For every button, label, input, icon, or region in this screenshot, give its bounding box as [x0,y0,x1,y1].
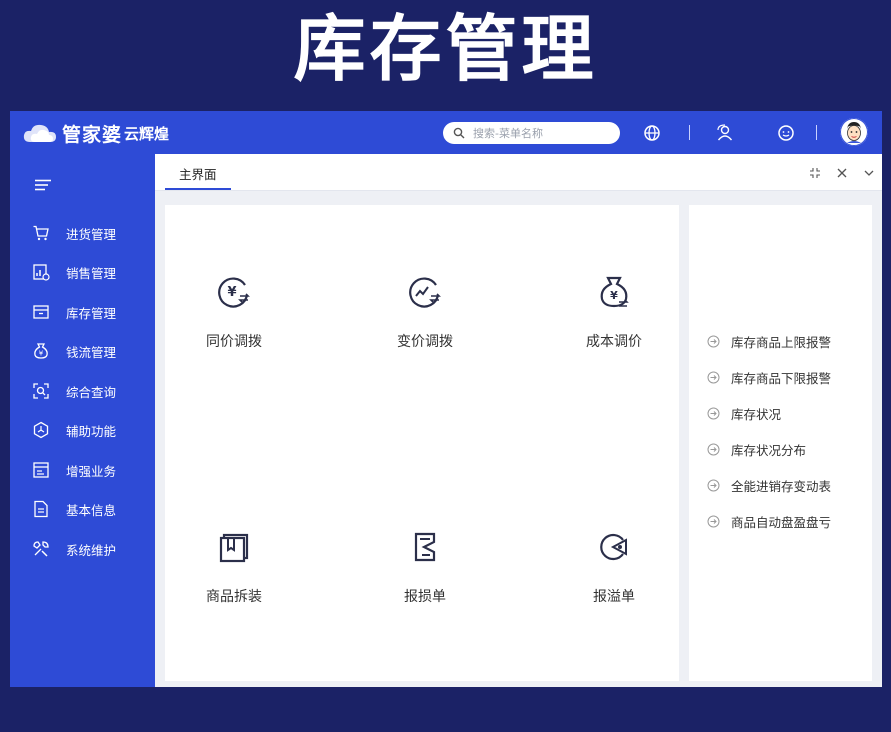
sidebar-item-label: 增强业务 [66,463,117,479]
fullscreen-icon[interactable] [809,167,821,179]
toolbar-divider [689,125,690,140]
quick-link-label: 库存状况分布 [731,442,807,458]
svg-text:¥: ¥ [39,350,44,358]
function-label: 商品拆装 [206,589,262,605]
function-label: 变价调拨 [397,334,453,350]
trend-transfer-icon [409,277,441,308]
window-icon [33,462,49,478]
avatar[interactable] [840,118,868,146]
brand-logo: 管家婆 云辉煌 [22,119,169,147]
overflow-report-icon [600,533,627,561]
quick-link-label: 库存商品下限报警 [731,370,832,386]
sidebar-item-cashflow[interactable]: ¥ 钱流管理 [32,340,116,362]
quick-link-stock-lower-alert[interactable]: 库存商品下限报警 [707,368,831,386]
quick-link-stock-distribution[interactable]: 库存状况分布 [707,440,806,458]
quick-link-stock-upper-alert[interactable]: 库存商品上限报警 [707,332,831,350]
banner-title: 库存管理 [293,7,598,91]
sidebar-item-label: 辅助功能 [66,423,117,439]
function-loss-report[interactable]: 报损单 [355,530,495,606]
quick-link-inventory-change-table[interactable]: 全能进销存变动表 [707,476,831,494]
cloud-logo-icon [23,124,56,142]
yen-transfer-icon: ¥ [218,277,250,308]
top-bar: 管家婆 云辉煌 [10,111,882,154]
login-arrow-icon [707,443,720,455]
chat-icon[interactable] [777,124,795,142]
quick-link-label: 库存状况 [731,406,782,422]
cart-icon [33,225,49,241]
search-frame-icon [33,383,49,399]
sales-chart-icon [33,264,50,281]
app-window: 管家婆 云辉煌 搜索-菜单名称 进货管理 销售管理 库存管理 ¥ 钱流管理 综合… [10,111,882,687]
sidebar-item-purchase[interactable]: 进货管理 [32,222,116,244]
function-panel: ¥ 同价调拨 变价调拨 ¥ 成本调价 商品拆装 报损单 报溢单 [165,205,679,681]
user-service-icon[interactable] [716,124,734,142]
function-cost-adjustment[interactable]: ¥ 成本调价 [544,275,684,351]
function-label: 成本调价 [586,334,642,350]
toolbar-divider [816,125,817,140]
brand-name: 管家婆 [62,123,123,146]
login-arrow-icon [707,407,720,419]
function-label: 报损单 [404,589,446,605]
package-icon [219,533,249,563]
loss-report-icon [414,532,436,562]
hexagon-icon [33,421,49,439]
menu-search[interactable] [443,122,620,144]
svg-text:¥: ¥ [227,285,236,300]
sidebar-item-label: 基本信息 [66,502,117,518]
globe-icon[interactable] [643,124,661,142]
tab-home[interactable]: 主界面 [165,162,231,190]
tools-icon [33,541,49,557]
function-product-assembly[interactable]: 商品拆装 [164,530,304,606]
login-arrow-icon [707,515,720,527]
money-bag-icon: ¥ [34,343,48,359]
search-input[interactable] [471,125,615,141]
function-same-price-transfer[interactable]: ¥ 同价调拨 [164,275,304,351]
tab-bar: 主界面 [155,154,882,191]
login-arrow-icon [707,371,720,383]
inventory-box-icon [33,305,49,319]
login-arrow-icon [707,335,720,347]
function-label: 报溢单 [593,589,635,605]
sidebar-item-query[interactable]: 综合查询 [32,380,116,402]
user-avatar-icon [840,118,868,146]
brand-product: 云辉煌 [124,124,170,143]
sidebar-item-basic-info[interactable]: 基本信息 [32,498,116,520]
quick-link-auto-stocktake[interactable]: 商品自动盘盈盘亏 [707,512,831,530]
search-icon [453,127,465,139]
chevron-down-icon[interactable] [863,167,875,179]
sidebar: 进货管理 销售管理 库存管理 ¥ 钱流管理 综合查询 辅助功能 增强业务 基本信… [10,154,155,687]
quick-link-label: 商品自动盘盈盘亏 [731,514,832,530]
quick-link-label: 库存商品上限报警 [731,334,832,350]
sidebar-item-label: 钱流管理 [66,344,117,360]
quick-links-panel: 库存商品上限报警 库存商品下限报警 库存状况 库存状况分布 全能进销存变动表 商… [689,205,872,681]
sidebar-item-auxiliary[interactable]: 辅助功能 [32,419,116,441]
money-bag-icon: ¥ [600,276,629,308]
sidebar-item-label: 库存管理 [66,305,117,321]
function-variable-price-transfer[interactable]: 变价调拨 [355,275,495,351]
document-icon [34,500,48,518]
login-arrow-icon [707,479,720,491]
sidebar-item-label: 系统维护 [66,542,117,558]
close-icon[interactable] [836,167,848,179]
sidebar-item-label: 综合查询 [66,384,117,400]
sidebar-item-sales[interactable]: 销售管理 [32,261,116,283]
function-overflow-report[interactable]: 报溢单 [544,530,684,606]
menu-toggle-icon[interactable] [35,179,51,191]
svg-text:¥: ¥ [610,289,618,302]
sidebar-item-system[interactable]: 系统维护 [32,538,116,560]
sidebar-item-label: 进货管理 [66,226,117,242]
quick-link-label: 全能进销存变动表 [731,478,832,494]
sidebar-item-inventory[interactable]: 库存管理 [32,301,116,323]
sidebar-item-label: 销售管理 [66,265,117,281]
function-label: 同价调拨 [206,334,262,350]
sidebar-item-enhanced[interactable]: 增强业务 [32,459,116,481]
quick-link-stock-status[interactable]: 库存状况 [707,404,781,422]
